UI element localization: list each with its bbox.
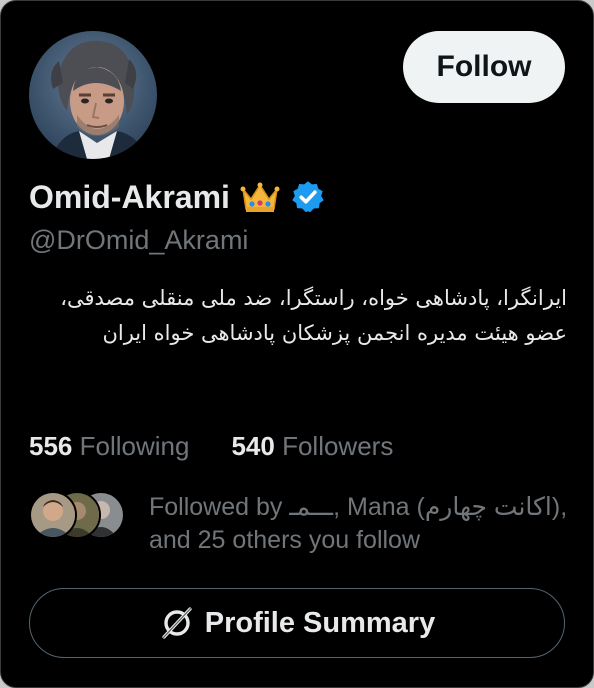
display-name[interactable]: Omid-Akrami — [29, 179, 230, 216]
mutual-avatar-1 — [29, 491, 77, 539]
follow-button[interactable]: Follow — [403, 31, 565, 103]
followed-by-line-2: and 25 others you follow — [149, 526, 421, 554]
profile-stats: 556 Following 540 Followers — [29, 431, 393, 462]
verified-badge-icon — [290, 179, 326, 215]
followed-by-text[interactable]: Followed by ـــمـ, Mana (اکانت چهارم), a… — [149, 491, 569, 557]
followers-stat[interactable]: 540 Followers — [231, 431, 393, 462]
profile-hover-card: Follow Omid-Akrami @DrOmid_Akrami ایرانگ… — [0, 0, 594, 688]
profile-summary-label: Profile Summary — [204, 606, 436, 639]
following-label: Following — [79, 431, 190, 461]
profile-bio: ایرانگرا، پادشاهی خواه، راستگرا، ضد ملی … — [60, 286, 567, 345]
profile-avatar-image — [51, 40, 147, 159]
following-stat[interactable]: 556 Following — [29, 431, 189, 462]
followers-count: 540 — [231, 431, 275, 461]
profile-handle[interactable]: @DrOmid_Akrami — [29, 225, 248, 256]
crown-icon — [240, 179, 280, 215]
following-count: 556 — [29, 431, 73, 461]
followed-by-line-1: Followed by ـــمـ, Mana (اکانت چهارم), — [149, 493, 568, 521]
grok-slash-circle-icon — [159, 605, 195, 641]
followers-label: Followers — [282, 431, 394, 461]
profile-summary-button[interactable]: Profile Summary — [29, 588, 565, 658]
mutual-follower-avatars[interactable] — [29, 491, 129, 541]
profile-avatar[interactable] — [29, 31, 157, 159]
name-row: Omid-Akrami — [29, 175, 326, 219]
